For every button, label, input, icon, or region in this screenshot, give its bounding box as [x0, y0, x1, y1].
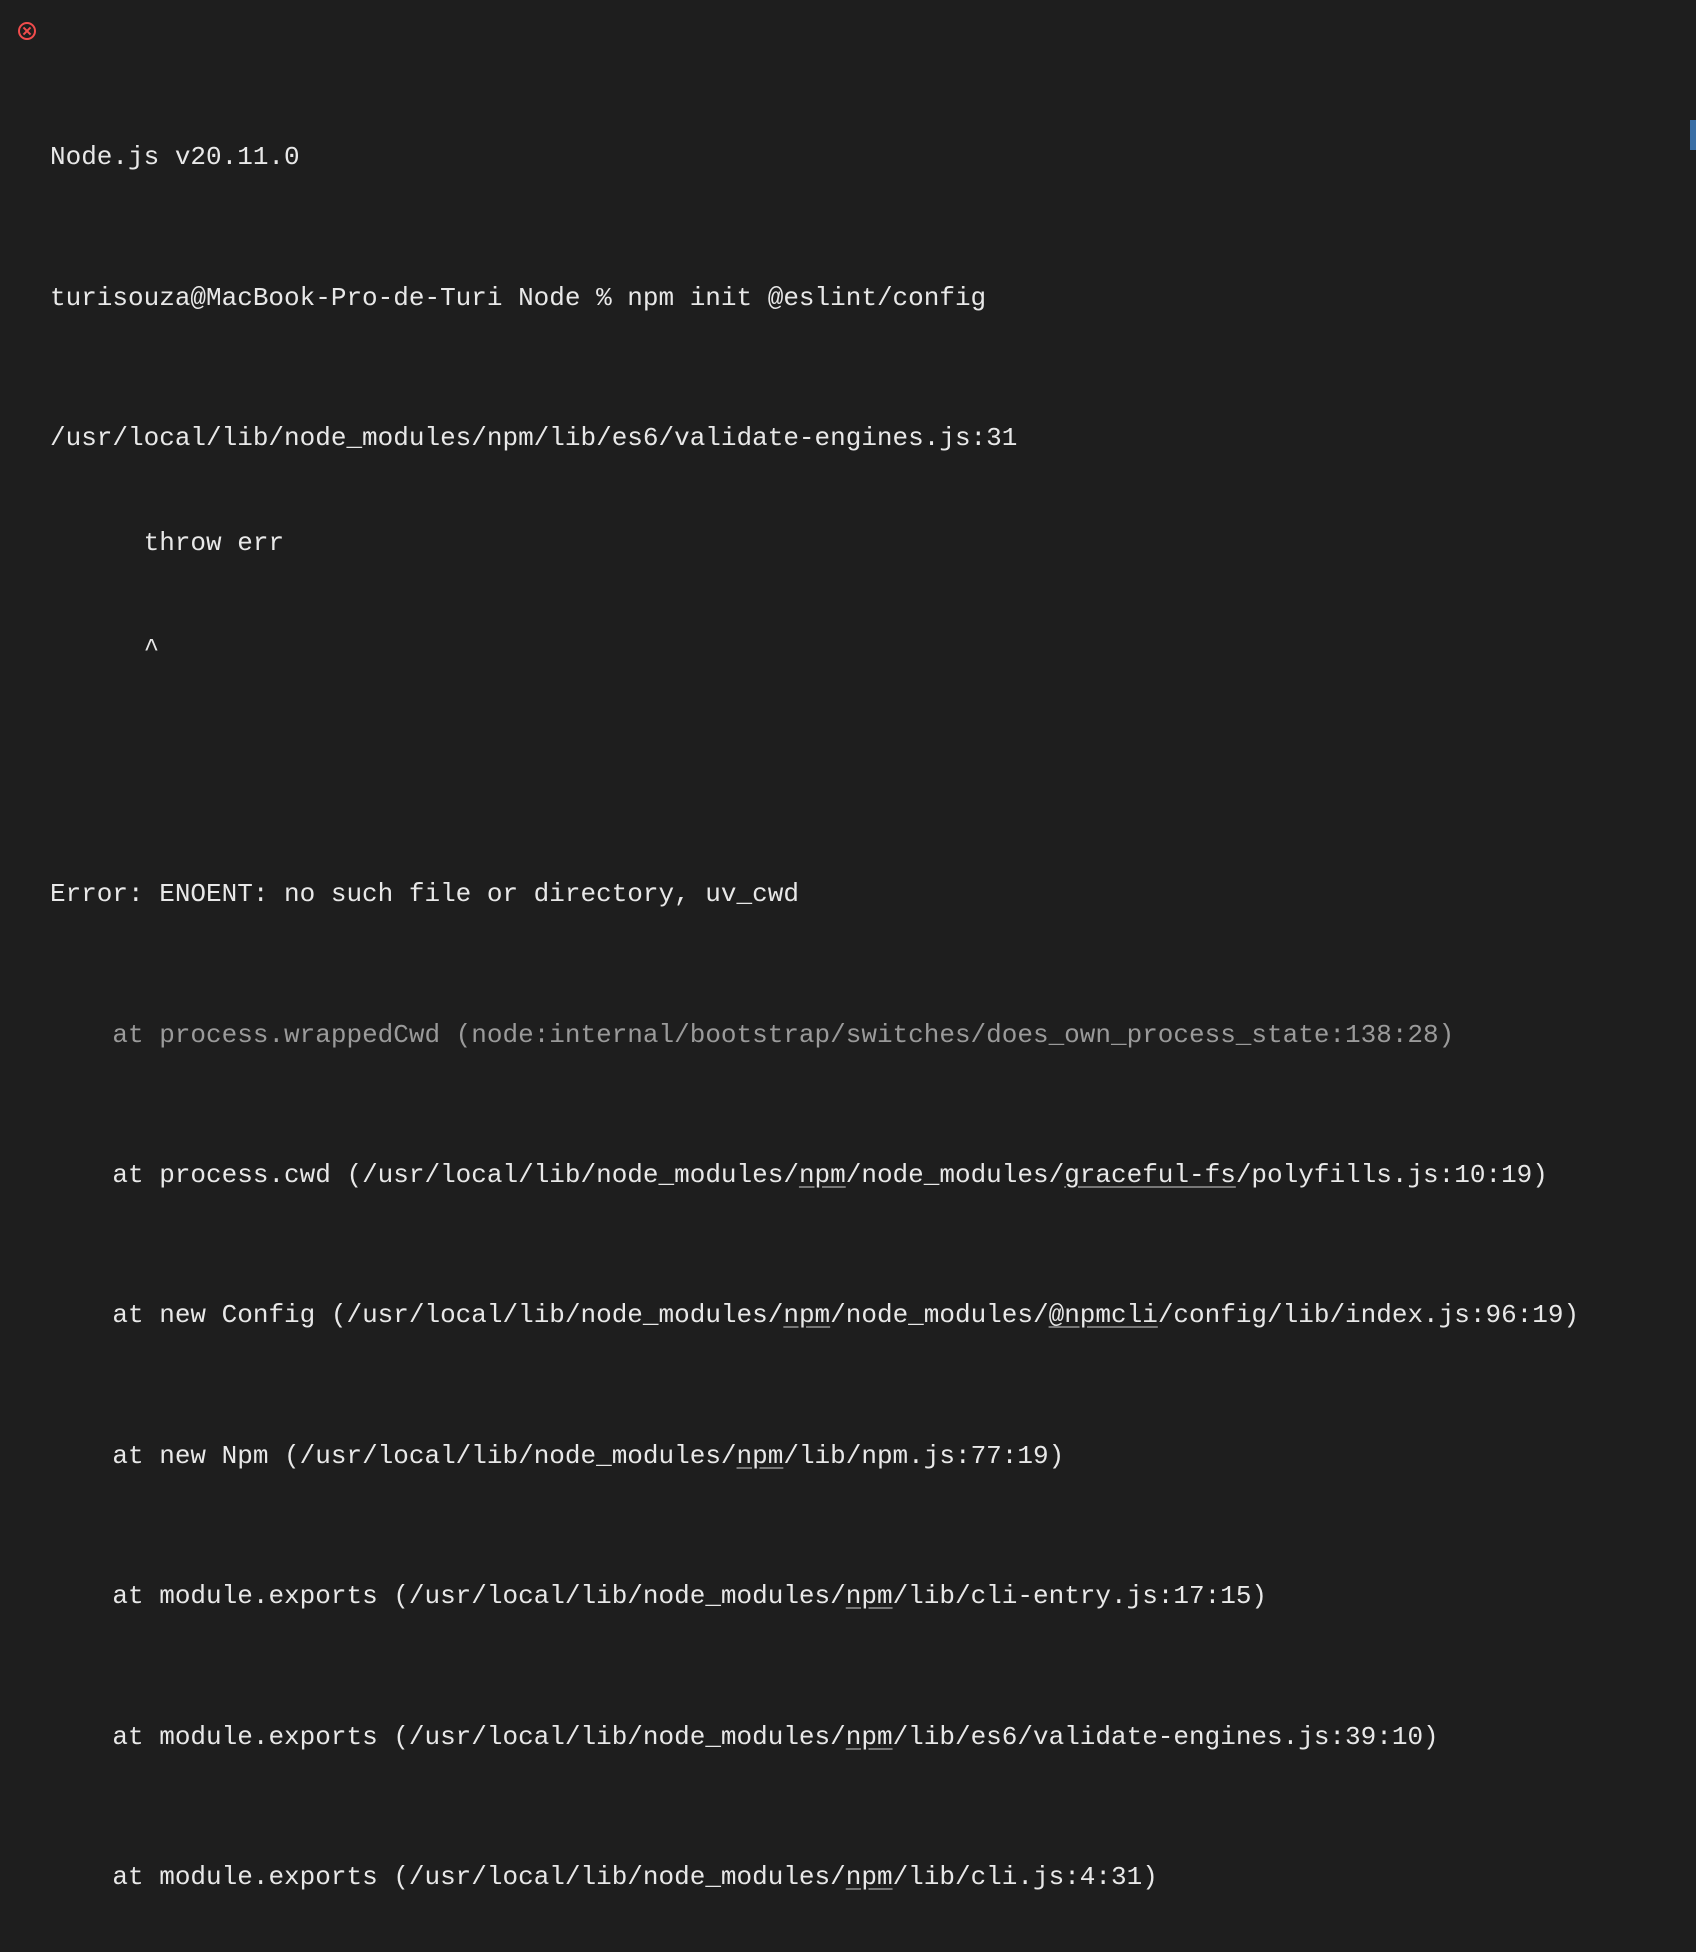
stack-3-npm: npm: [737, 1441, 784, 1471]
stack-2-mid: /node_modules/: [830, 1300, 1048, 1330]
stack-1-npm: npm: [799, 1160, 846, 1190]
stack-1-pre: at process.cwd (/usr/local/lib/node_modu…: [50, 1160, 799, 1190]
error-icon: [18, 22, 36, 40]
validate-engines-path: /usr/local/lib/node_modules/npm/lib/es6/…: [50, 421, 1684, 456]
stack-1: at process.cwd (/usr/local/lib/node_modu…: [50, 1158, 1684, 1193]
stack-5: at module.exports (/usr/local/lib/node_m…: [50, 1720, 1684, 1755]
stack-6-pre: at module.exports (/usr/local/lib/node_m…: [50, 1862, 846, 1892]
stack-4: at module.exports (/usr/local/lib/node_m…: [50, 1579, 1684, 1614]
stack-3-pre: at new Npm (/usr/local/lib/node_modules/: [50, 1441, 737, 1471]
stack-1-gfs: graceful-fs: [1064, 1160, 1236, 1190]
command-text: npm init @eslint/config: [627, 283, 986, 313]
stack-1-tail: /polyfills.js:10:19): [1236, 1160, 1548, 1190]
prompt-line[interactable]: turisouza@MacBook-Pro-de-Turi Node % npm…: [50, 281, 1684, 316]
stack-2: at new Config (/usr/local/lib/node_modul…: [50, 1298, 1684, 1333]
blank: [50, 737, 1684, 772]
error-header: Error: ENOENT: no such file or directory…: [50, 877, 1684, 912]
stack-5-pre: at module.exports (/usr/local/lib/node_m…: [50, 1722, 846, 1752]
stack-5-npm: npm: [846, 1722, 893, 1752]
terminal-output: Node.js v20.11.0 turisouza@MacBook-Pro-d…: [0, 0, 1696, 1952]
stack-1-mid: /node_modules/: [846, 1160, 1064, 1190]
stack-2-npmcli: @npmcli: [1049, 1300, 1158, 1330]
cutoff-line: Node.js v20.11.0: [50, 140, 1684, 175]
stack-6: at module.exports (/usr/local/lib/node_m…: [50, 1860, 1684, 1895]
stack-4-npm: npm: [846, 1581, 893, 1611]
stack-6-tail: /lib/cli.js:4:31): [893, 1862, 1158, 1892]
stack-0: at process.wrappedCwd (node:internal/boo…: [50, 1018, 1684, 1053]
caret: ^: [50, 632, 1684, 667]
stack-4-tail: /lib/cli-entry.js:17:15): [893, 1581, 1267, 1611]
stack-4-pre: at module.exports (/usr/local/lib/node_m…: [50, 1581, 846, 1611]
stack-2-npm: npm: [783, 1300, 830, 1330]
stack-2-tail: /config/lib/index.js:96:19): [1158, 1300, 1579, 1330]
stack-5-tail: /lib/es6/validate-engines.js:39:10): [893, 1722, 1439, 1752]
throw-err: throw err: [50, 526, 1684, 561]
stack-6-npm: npm: [846, 1862, 893, 1892]
prompt-text: turisouza@MacBook-Pro-de-Turi Node %: [50, 283, 627, 313]
stack-3: at new Npm (/usr/local/lib/node_modules/…: [50, 1439, 1684, 1474]
stack-3-tail: /lib/npm.js:77:19): [783, 1441, 1064, 1471]
stack-2-pre: at new Config (/usr/local/lib/node_modul…: [50, 1300, 783, 1330]
